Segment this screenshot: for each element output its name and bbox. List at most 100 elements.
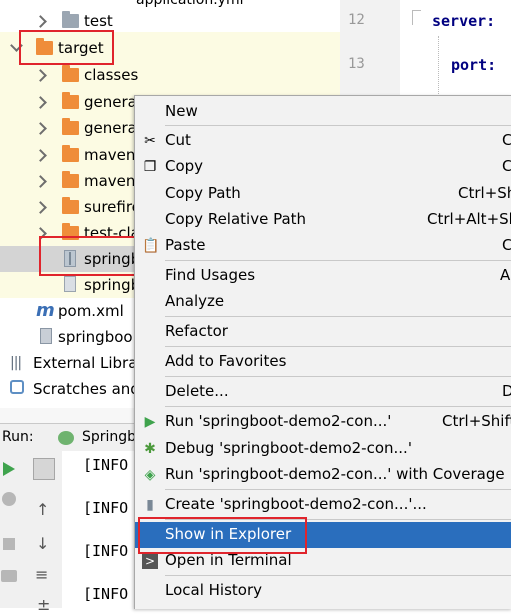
console-line: [INFO <box>83 499 129 517</box>
fold-marker[interactable] <box>412 10 421 25</box>
menu-item-copy-relative-path[interactable]: Copy Relative Path Ctrl+Alt+Sh <box>135 207 511 233</box>
menu-item-shortcut: D <box>502 382 511 400</box>
tree-item-label: surefire <box>84 198 141 216</box>
menu-separator <box>165 406 511 407</box>
tree-item-label: classes <box>84 66 139 84</box>
menu-separator <box>165 489 511 490</box>
run-tab[interactable]: Springb <box>82 429 136 445</box>
menu-item-label: Create 'springboot-demo2-con...'... <box>165 495 427 513</box>
annotation-box-jar <box>39 236 139 276</box>
chevron-right-icon[interactable] <box>34 15 47 28</box>
menu-item-cut[interactable]: ✂ Cut C <box>135 128 511 154</box>
tree-item-label: Scratches and <box>33 380 140 398</box>
debug-icon: ✱ <box>144 441 156 457</box>
menu-item-shortcut: Ctrl+Sh <box>458 184 511 202</box>
menu-item-label: Run 'springboot-demo2-con...' with Cover… <box>165 465 505 483</box>
chevron-right-icon[interactable] <box>34 201 47 214</box>
menu-item-add-to-favorites[interactable]: Add to Favorites <box>135 349 511 375</box>
partial-file-label[interactable]: application.yml <box>136 0 244 8</box>
spring-icon <box>58 431 74 445</box>
tree-item-label: genera <box>84 93 137 111</box>
scratches-icon <box>10 380 24 394</box>
menu-item-label: Refactor <box>165 322 228 340</box>
chevron-right-icon[interactable] <box>34 96 47 109</box>
tree-item-classes[interactable]: classes <box>0 62 340 88</box>
menu-item-label: Delete... <box>165 382 229 400</box>
menu-item-label: Analyze <box>165 292 225 310</box>
console-line: [INFO <box>83 542 129 560</box>
menu-item-label: Run 'springboot-demo2-con...' <box>165 412 392 430</box>
menu-item-analyze[interactable]: Analyze <box>135 289 511 315</box>
arrow-down-icon[interactable]: ↓ <box>36 534 49 553</box>
camera-icon[interactable] <box>1 570 17 582</box>
menu-item-debug[interactable]: ✱ Debug 'springboot-demo2-con...' <box>135 436 511 462</box>
tree-item-label: springb <box>84 276 141 294</box>
menu-item-find-usages[interactable]: Find Usages A <box>135 263 511 289</box>
folder-icon <box>62 197 79 214</box>
tree-item-label: External Librar <box>33 354 144 372</box>
menu-item-label: Debug 'springboot-demo2-con...' <box>165 439 412 457</box>
menu-separator <box>165 376 511 377</box>
soft-wrap-icon[interactable]: ≡ <box>35 565 48 584</box>
menu-item-label: Local History <box>165 581 263 599</box>
menu-item-paste[interactable]: 📋 Paste C <box>135 233 511 259</box>
console-line: [INFO <box>83 456 129 474</box>
run-label: Run: <box>2 429 34 445</box>
line-number: 12 <box>348 12 365 28</box>
jar-icon: ▮ <box>146 497 154 513</box>
scroll-end-icon[interactable]: ± <box>37 595 50 614</box>
tree-item-label: maven- <box>84 172 141 190</box>
run-icon: ▶ <box>144 414 156 430</box>
menu-item-new[interactable]: New <box>135 99 511 125</box>
menu-item-label: Cut <box>165 131 191 149</box>
indent-guide <box>438 36 440 96</box>
menu-item-shortcut: C <box>502 131 511 149</box>
line-number: 13 <box>348 56 365 72</box>
restore-layout-icon[interactable] <box>33 458 55 480</box>
menu-item-shortcut: Ctrl+Shift <box>442 412 511 430</box>
folder-icon <box>62 118 79 135</box>
menu-item-label: Copy <box>165 157 204 175</box>
tree-item-label: test <box>84 12 113 30</box>
menu-separator <box>165 575 511 576</box>
menu-item-delete[interactable]: Delete... D <box>135 379 511 405</box>
menu-item-label: Find Usages <box>165 266 256 284</box>
menu-item-local-history[interactable]: Local History <box>135 578 511 604</box>
folder-icon <box>62 92 79 109</box>
menu-item-label: Copy Relative Path <box>165 210 307 228</box>
menu-item-copy[interactable]: ❐ Copy C <box>135 154 511 180</box>
file-icon <box>40 328 52 344</box>
tree-item-label: genera <box>84 119 137 137</box>
menu-item-copy-path[interactable]: Copy Path Ctrl+Sh <box>135 181 511 207</box>
menu-item-shortcut: C <box>502 157 511 175</box>
tree-item-label: pom.xml <box>58 302 124 320</box>
rerun-icon[interactable] <box>3 462 15 476</box>
debug-icon[interactable] <box>2 492 16 506</box>
menu-item-shortcut: Ctrl+Alt+Sh <box>427 210 511 228</box>
annotation-box-target <box>19 30 114 65</box>
chevron-right-icon[interactable] <box>34 175 47 188</box>
stop-icon[interactable] <box>3 538 15 550</box>
menu-item-label: Copy Path <box>165 184 241 202</box>
chevron-right-icon[interactable] <box>34 122 47 135</box>
arrow-up-icon[interactable]: ↑ <box>36 500 49 519</box>
folder-icon <box>62 145 79 162</box>
coverage-icon: ◈ <box>144 467 156 483</box>
folder-icon <box>62 65 79 82</box>
copy-icon: ❐ <box>143 159 157 175</box>
menu-item-refactor[interactable]: Refactor <box>135 319 511 345</box>
tree-scrollbar-area[interactable] <box>0 408 140 423</box>
paste-icon: 📋 <box>142 238 160 254</box>
menu-item-run[interactable]: ▶ Run 'springboot-demo2-con...' Ctrl+Shi… <box>135 409 511 435</box>
scissors-icon: ✂ <box>144 133 156 149</box>
tree-item-label: springboo <box>58 328 133 346</box>
menu-item-label: Add to Favorites <box>165 352 287 370</box>
maven-icon: m <box>36 300 55 321</box>
menu-item-create-configuration[interactable]: ▮ Create 'springboot-demo2-con...'... <box>135 492 511 518</box>
menu-separator <box>165 260 511 261</box>
chevron-right-icon[interactable] <box>34 149 47 162</box>
menu-item-shortcut: C <box>502 236 511 254</box>
chevron-right-icon[interactable] <box>34 69 47 82</box>
menu-item-run-with-coverage[interactable]: ◈ Run 'springboot-demo2-con...' with Cov… <box>135 462 511 488</box>
code-line: server: <box>432 12 496 30</box>
